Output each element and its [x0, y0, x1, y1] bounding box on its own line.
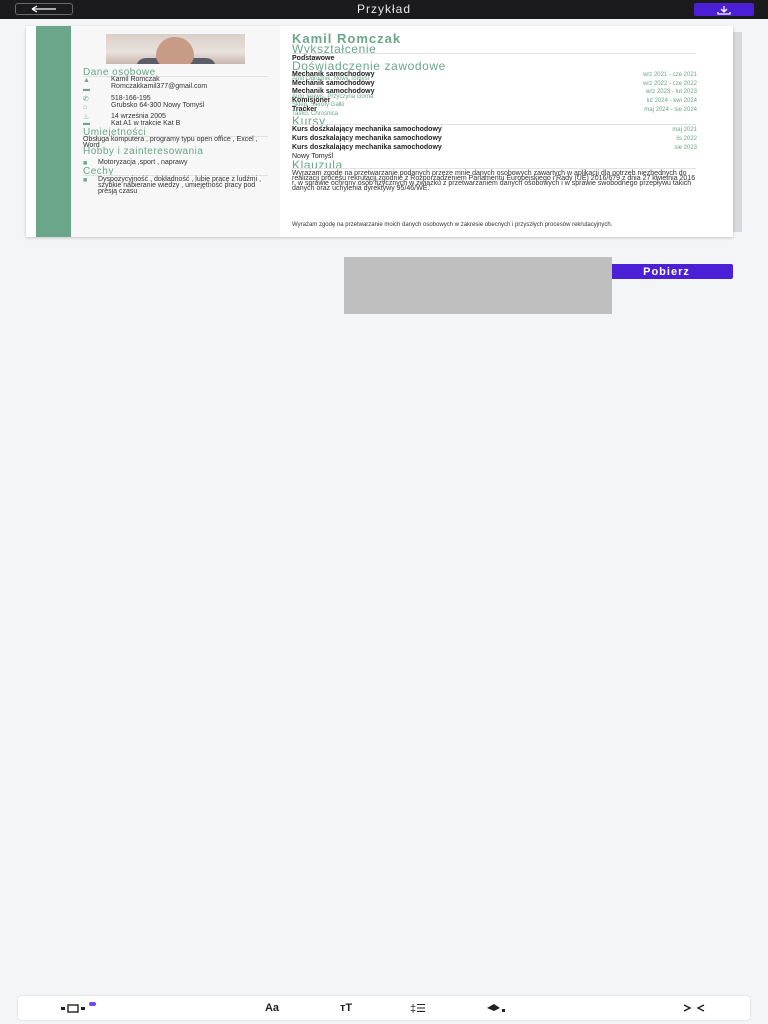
personal-email: Romczakkamil377@gmail.com [111, 83, 208, 90]
course-dates: lis 2022 [676, 136, 697, 142]
hobby-heading: Hobby i zainteresowania [83, 146, 204, 157]
bottom-toolbar: Aa тT ‡☰ [18, 996, 750, 1020]
experience-dates: wrz 2021 - cze 2021 [642, 72, 697, 78]
divider [292, 124, 696, 125]
download-button[interactable]: Pobierz [600, 264, 733, 279]
experience-dates: maj 2024 - sie 2024 [644, 107, 697, 113]
page-title: Przykład [356, 2, 411, 16]
collapse-button[interactable] [676, 1000, 712, 1016]
home-icon: ⌂ [83, 104, 88, 111]
line-spacing-icon: ‡☰ [410, 1002, 426, 1015]
divider [292, 53, 696, 54]
experience-title: Mechanik samochodowy [292, 80, 375, 87]
course-dates: sie 2023 [674, 145, 697, 151]
notification-dot [89, 1002, 96, 1006]
traits-text: Dyspozycyjność , dokładność , lubię prac… [98, 176, 262, 195]
profile-photo [106, 34, 245, 64]
experience-dates: lut 2024 - kwi 2024 [646, 98, 697, 104]
bullet-icon: ■ [83, 177, 88, 184]
mail-icon: ▬ [83, 86, 90, 93]
color-fill-button[interactable] [475, 1000, 515, 1016]
resume-preview[interactable]: Dane osobowe ▲ Kamil Romczak ▬ Romczakka… [26, 26, 733, 237]
resume-accent-bar [36, 26, 71, 237]
font-icon: Aa [264, 1002, 280, 1014]
experience-dates: wrz 2023 - lut 2023 [645, 89, 697, 95]
image-placeholder [344, 257, 612, 314]
person-icon: ▲ [83, 77, 90, 84]
divider [292, 168, 696, 169]
course-title: Kurs doszkalający mechanika samochodowy [292, 144, 442, 151]
top-bar: Przykład [0, 0, 768, 19]
layout-button[interactable] [56, 1000, 92, 1016]
font-button[interactable]: Aa [252, 1000, 292, 1016]
text-size-button[interactable]: тT [326, 1000, 366, 1016]
download-icon [717, 5, 731, 15]
course-title: Kurs doszkalający mechanika samochodowy [292, 126, 442, 133]
clause-text: Wyrażam zgodę na przetwarzanie podanych … [292, 170, 696, 192]
experience-heading: Doświadczenie zawodowe [292, 59, 446, 73]
course-dates: maj 2021 [672, 127, 697, 133]
text-size-icon: тT [339, 1002, 353, 1014]
line-spacing-button[interactable]: ‡☰ [398, 1000, 438, 1016]
experience-dates: wrz 2022 - cze 2022 [642, 81, 697, 87]
color-fill-icon [487, 1004, 505, 1012]
download-top-button[interactable] [694, 3, 754, 16]
phone-icon: ✆ [83, 96, 89, 103]
page-stack-shadow [733, 32, 742, 232]
course-title: Kurs doszkalający mechanika samochodowy [292, 135, 442, 142]
clause-footer: Wyrażam zgodę na przetwarzanie moich dan… [292, 222, 613, 228]
personal-address: Grubsko 64-300 Nowy Tomyśl [111, 102, 205, 109]
layout-icon [61, 1004, 85, 1013]
collapse-icon [683, 1004, 705, 1012]
